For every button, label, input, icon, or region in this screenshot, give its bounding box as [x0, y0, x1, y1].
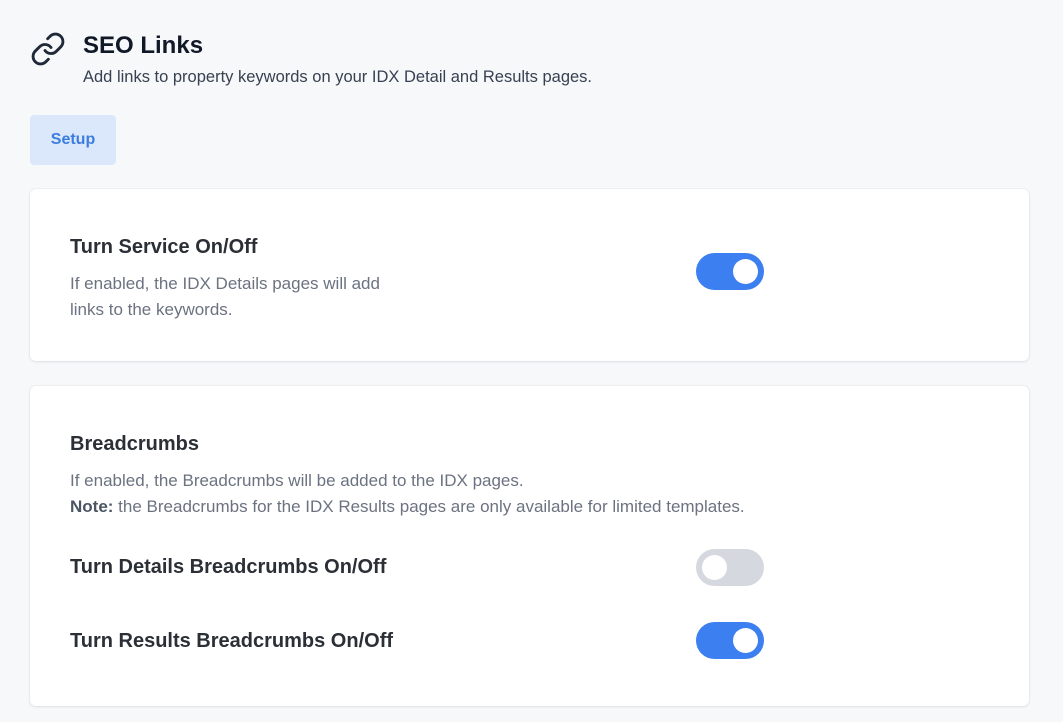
note-text: the Breadcrumbs for the IDX Results page… [113, 497, 745, 516]
details-breadcrumbs-label: Turn Details Breadcrumbs On/Off [70, 556, 387, 578]
service-description-line2: links to the keywords. [70, 300, 233, 319]
service-description: If enabled, the IDX Details pages will a… [70, 271, 380, 323]
results-breadcrumbs-label: Turn Results Breadcrumbs On/Off [70, 630, 394, 652]
tab-setup[interactable]: Setup [30, 115, 116, 165]
page-header: SEO Links Add links to property keywords… [30, 30, 592, 88]
page-subtitle: Add links to property keywords on your I… [83, 68, 593, 86]
link-icon [30, 30, 83, 72]
service-description-line1: If enabled, the IDX Details pages will a… [70, 274, 380, 293]
page-title: SEO Links [83, 32, 204, 59]
breadcrumbs-note: Note: the Breadcrumbs for the IDX Result… [70, 494, 745, 520]
toggle-knob [702, 555, 727, 580]
breadcrumbs-description: If enabled, the Breadcrumbs will be adde… [70, 468, 745, 520]
header-titles: SEO Links Add links to property keywords… [83, 30, 592, 88]
breadcrumbs-card: Breadcrumbs If enabled, the Breadcrumbs … [30, 386, 1029, 706]
service-heading: Turn Service On/Off [70, 236, 258, 258]
seo-links-page: SEO Links Add links to property keywords… [0, 0, 1063, 722]
toggle-knob [733, 259, 758, 284]
results-breadcrumbs-toggle[interactable] [696, 622, 764, 659]
note-label: Note: [70, 497, 114, 516]
breadcrumbs-description-line: If enabled, the Breadcrumbs will be adde… [70, 471, 524, 490]
service-toggle[interactable] [696, 253, 764, 290]
service-card: Turn Service On/Off If enabled, the IDX … [30, 189, 1029, 361]
details-breadcrumbs-toggle[interactable] [696, 549, 764, 586]
breadcrumbs-heading: Breadcrumbs [70, 433, 199, 455]
toggle-knob [733, 628, 758, 653]
